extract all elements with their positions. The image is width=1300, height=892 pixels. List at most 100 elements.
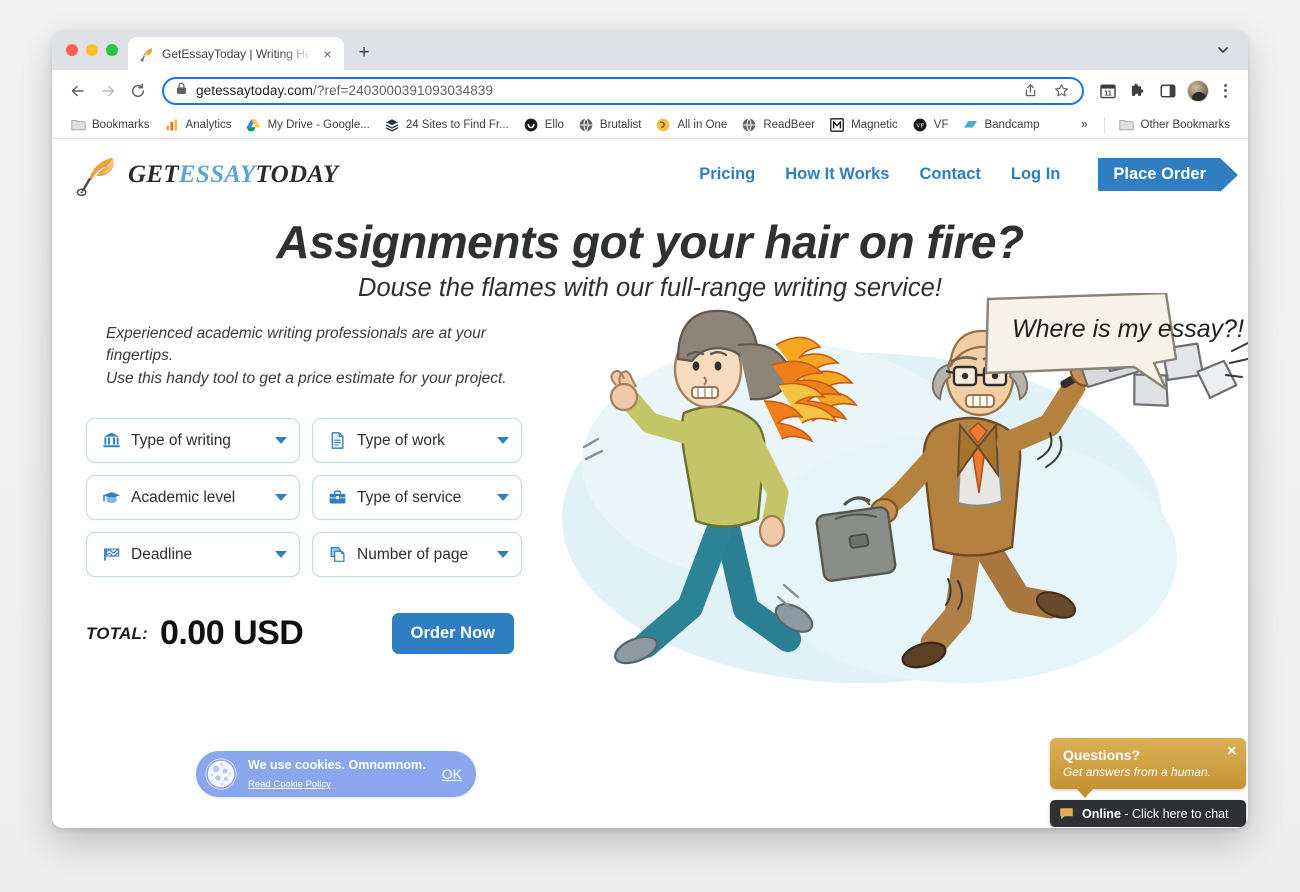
- tab-title: GetEssayToday | Writing Help f: [162, 46, 312, 61]
- bookmarks-overflow-group: » Other Bookmarks: [1075, 114, 1238, 136]
- illustration-column: Where is my essay?!: [522, 291, 1248, 683]
- site-nav: Pricing How It Works Contact Log In Plac…: [699, 158, 1238, 192]
- bookmark-label: VF: [933, 118, 949, 131]
- svg-text:VF: VF: [916, 122, 925, 129]
- select-deadline[interactable]: Deadline: [86, 532, 300, 578]
- other-bookmarks-label: Other Bookmarks: [1140, 118, 1230, 131]
- intro-line-1: Experienced academic writing professiona…: [106, 324, 486, 365]
- close-icon[interactable]: ✕: [1227, 745, 1237, 758]
- cookie-ok-button[interactable]: OK: [442, 766, 462, 782]
- allinone-icon: [655, 117, 671, 133]
- select-label: Type of work: [357, 431, 445, 449]
- select-number-of-page[interactable]: Number of page: [312, 532, 522, 578]
- select-label: Type of writing: [131, 431, 231, 449]
- side-panel-icon[interactable]: [1154, 77, 1182, 105]
- tab-strip: GetEssayToday | Writing Help f × +: [52, 30, 1248, 70]
- analytics-icon: [164, 117, 180, 133]
- lock-icon: [176, 82, 187, 100]
- bookmark-vf[interactable]: VF VF: [906, 114, 957, 136]
- chat-tooltip-subtitle: Get answers from a human.: [1063, 765, 1212, 779]
- bookmark-24-sites[interactable]: 24 Sites to Find Fr...: [378, 114, 517, 136]
- bookmark-magnetic[interactable]: Magnetic: [823, 114, 906, 136]
- bookmark-label: Magnetic: [851, 118, 898, 131]
- bookmark-label: Ello: [544, 118, 564, 131]
- chevron-down-icon[interactable]: [497, 494, 509, 502]
- select-academic-level[interactable]: Academic level: [86, 475, 300, 521]
- bandcamp-icon: [962, 117, 978, 133]
- select-label: Deadline: [131, 545, 193, 563]
- other-bookmarks-button[interactable]: Other Bookmarks: [1113, 114, 1238, 136]
- chevron-down-icon[interactable]: [497, 551, 509, 559]
- calculator-row-2: Academic level Type of service: [86, 475, 522, 521]
- calendar-icon[interactable]: 11: [1094, 77, 1122, 105]
- forward-button[interactable]: [94, 77, 122, 105]
- order-now-button[interactable]: Order Now: [391, 613, 514, 655]
- chat-status: Online: [1082, 806, 1121, 821]
- bookmark-label: 24 Sites to Find Fr...: [405, 118, 509, 131]
- chevron-down-icon[interactable]: [497, 437, 509, 445]
- bookmarks-overflow-button[interactable]: »: [1075, 116, 1095, 134]
- nav-item-how-it-works[interactable]: How It Works: [785, 165, 889, 184]
- nav-item-pricing[interactable]: Pricing: [699, 165, 755, 184]
- nav-item-log-in[interactable]: Log In: [1011, 165, 1060, 184]
- select-label: Academic level: [131, 488, 236, 506]
- bookmark-all-in-one[interactable]: All in One: [649, 114, 735, 136]
- site-logo-text: GETESSAYTODAY: [128, 161, 338, 189]
- address-bar[interactable]: getessaytoday.com/?ref=24030003910930348…: [162, 76, 1084, 105]
- chevron-down-icon[interactable]: [275, 494, 287, 502]
- bank-columns-icon: [101, 431, 121, 451]
- select-type-of-work[interactable]: Type of work: [312, 418, 522, 464]
- window-traffic-lights: [64, 30, 128, 70]
- folder-icon: [1119, 117, 1135, 133]
- star-icon[interactable]: [1050, 80, 1072, 102]
- calculator-row-1: Type of writing Type of work: [86, 418, 522, 464]
- folder-icon: [70, 117, 86, 133]
- puzzle-icon[interactable]: [1124, 77, 1152, 105]
- back-button[interactable]: [64, 77, 92, 105]
- tab-strip-right: [1210, 30, 1248, 70]
- browser-tab[interactable]: GetEssayToday | Writing Help f ×: [128, 37, 344, 70]
- select-type-of-writing[interactable]: Type of writing: [86, 418, 300, 464]
- site-logo[interactable]: GETESSAYTODAY: [76, 152, 338, 198]
- site-header: GETESSAYTODAY Pricing How It Works Conta…: [52, 139, 1248, 210]
- reload-button[interactable]: [124, 77, 152, 105]
- chat-launcher-button[interactable]: Online - Click here to chat: [1050, 800, 1246, 827]
- logo-part-today: TODAY: [255, 160, 339, 188]
- select-type-of-service[interactable]: Type of service: [312, 475, 522, 521]
- bookmark-bookmarks[interactable]: Bookmarks: [64, 114, 158, 136]
- chevron-down-icon[interactable]: [275, 551, 287, 559]
- place-order-button[interactable]: Place Order: [1098, 158, 1220, 191]
- new-tab-button[interactable]: +: [350, 39, 378, 67]
- speech-bubble-text: Where is my essay?!: [1012, 315, 1244, 343]
- total-row: TOTAL: 0.00 USD Order Now: [86, 613, 522, 655]
- vf-icon: VF: [912, 117, 928, 133]
- hero-illustration: Where is my essay?!: [532, 291, 1248, 713]
- nav-item-contact[interactable]: Contact: [919, 165, 980, 184]
- chevron-down-icon[interactable]: [1210, 37, 1236, 63]
- maximize-window-button[interactable]: [106, 44, 118, 56]
- bookmark-ello[interactable]: Ello: [517, 114, 572, 136]
- intro-line-2: Use this handy tool to get a price estim…: [106, 369, 507, 387]
- minimize-window-button[interactable]: [86, 44, 98, 56]
- kebab-menu-icon[interactable]: [1214, 77, 1236, 105]
- cookie-policy-link[interactable]: Read Cookie Policy: [248, 779, 331, 791]
- cookie-banner[interactable]: We use cookies. Omnomnom. Read Cookie Po…: [196, 751, 476, 797]
- close-tab-button[interactable]: ×: [319, 45, 336, 62]
- chat-tooltip-title: Questions?: [1063, 747, 1141, 763]
- bookmark-bandcamp[interactable]: Bandcamp: [956, 114, 1047, 136]
- chevron-down-icon[interactable]: [275, 437, 287, 445]
- calculator-column: Experienced academic writing professiona…: [52, 323, 522, 655]
- close-window-button[interactable]: [66, 44, 78, 56]
- bookmark-label: All in One: [677, 118, 728, 131]
- bookmark-readbeer[interactable]: ReadBeer: [735, 114, 823, 136]
- hero-section: Assignments got your hair on fire? Douse…: [52, 210, 1248, 683]
- bookmark-my-drive[interactable]: My Drive - Google...: [240, 114, 378, 136]
- logo-part-essay: ESSAY: [178, 160, 256, 188]
- page-title: Assignments got your hair on fire?: [276, 216, 1024, 268]
- share-icon[interactable]: [1019, 80, 1041, 102]
- avatar[interactable]: [1187, 79, 1209, 102]
- quill-flame-icon: [76, 152, 122, 198]
- bookmark-analytics[interactable]: Analytics: [158, 114, 240, 136]
- bookmark-label: Bookmarks: [92, 118, 150, 131]
- bookmark-brutalist[interactable]: Brutalist: [572, 114, 650, 136]
